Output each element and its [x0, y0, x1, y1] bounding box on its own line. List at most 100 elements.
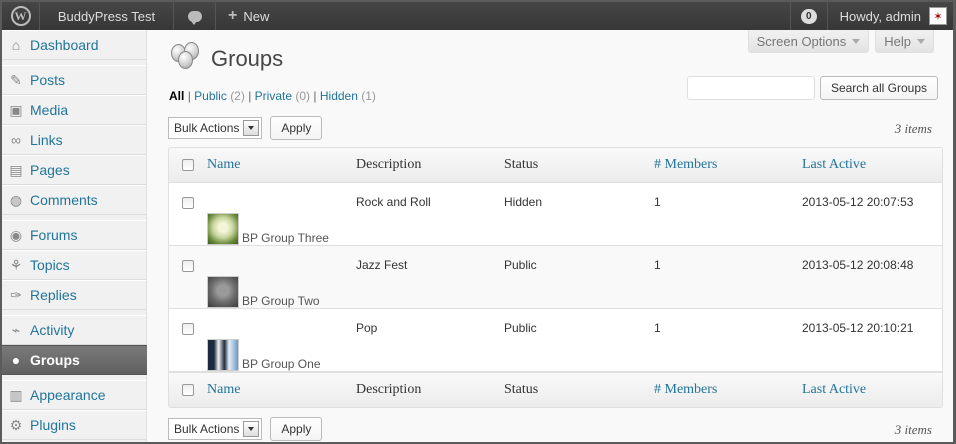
chevron-down-icon	[243, 120, 260, 136]
row-checkbox[interactable]	[182, 197, 194, 209]
forums-icon: ◉	[9, 226, 23, 243]
group-name-cell: BP Group Two	[207, 246, 356, 308]
group-status: Public	[504, 258, 537, 272]
sidebar-item-topics[interactable]: ⚘ Topics	[2, 250, 146, 280]
groups-icon: ●	[11, 352, 21, 368]
link-icon: ∞	[11, 132, 21, 148]
sidebar-item-media[interactable]: ▣ Media	[2, 95, 146, 125]
column-header-last-active[interactable]: Last Active	[802, 157, 942, 173]
column-header-description: Description	[356, 157, 422, 172]
comments-link[interactable]	[174, 2, 216, 30]
tablenav-top: Bulk Actions Apply	[168, 116, 323, 140]
screen-options-label: Screen Options	[756, 33, 847, 49]
screen-options-button[interactable]: Screen Options	[747, 30, 870, 53]
my-account-menu[interactable]: Howdy, admin ✶	[828, 2, 953, 30]
filter-all[interactable]: All	[169, 89, 184, 103]
activity-icon: ⌁	[11, 321, 21, 338]
sidebar-item-label: Dashboard	[30, 37, 99, 53]
bulk-actions-value: Bulk Actions	[174, 422, 240, 436]
groups-balloons-icon	[169, 42, 203, 76]
sidebar-item-label: Media	[30, 102, 69, 118]
filter-separator: |	[313, 89, 317, 103]
filter-private-count: (0)	[295, 89, 311, 103]
search-input[interactable]	[686, 76, 815, 100]
sidebar-item-dashboard[interactable]: ⌂ Dashboard	[2, 30, 146, 60]
filter-private[interactable]: Private	[255, 89, 292, 103]
select-all-checkbox-footer[interactable]	[182, 384, 194, 396]
sidebar-item-label: Appearance	[30, 387, 106, 403]
sidebar-item-forums[interactable]: ◉ Forums	[2, 220, 146, 250]
group-status-filters: All | Public (2) | Private (0) | Hidden …	[169, 89, 376, 103]
select-all-checkbox[interactable]	[182, 159, 194, 171]
sidebar-item-label: Activity	[30, 322, 75, 338]
wordpress-logo-icon: W	[10, 6, 31, 26]
apply-button-bottom[interactable]: Apply	[270, 417, 323, 441]
media-icon: ▣	[9, 101, 23, 118]
group-last-active: 2013-05-12 20:08:48	[802, 258, 914, 272]
sidebar-item-links[interactable]: ∞ Links	[2, 125, 146, 155]
filter-hidden[interactable]: Hidden	[320, 89, 358, 103]
wordpress-menu[interactable]: W	[2, 2, 40, 30]
items-count-bottom: 3 items	[894, 422, 932, 437]
group-description: Pop	[356, 321, 378, 335]
sidebar-item-plugins[interactable]: ⚙ Plugins	[2, 410, 146, 440]
notifications-menu[interactable]: 0	[790, 2, 828, 30]
admin-sidebar: ⌂ Dashboard ✎ Posts ▣ Media ∞ Links ▤ Pa…	[2, 30, 164, 442]
bulk-actions-select-bottom[interactable]: Bulk Actions	[168, 418, 263, 440]
site-name-link[interactable]: BuddyPress Test	[40, 2, 174, 30]
group-name-link[interactable]: BP Group Two	[242, 294, 320, 308]
comment-bubble-icon	[187, 10, 202, 25]
sidebar-item-appearance[interactable]: ▥ Appearance	[2, 380, 146, 410]
chevron-down-icon	[243, 421, 260, 437]
column-footer-members[interactable]: # Members	[654, 382, 802, 398]
help-label: Help	[884, 33, 911, 49]
page-title: Groups	[211, 46, 284, 71]
group-members: 1	[654, 258, 661, 272]
column-footer-last-active[interactable]: Last Active	[802, 382, 942, 398]
new-content-menu[interactable]: + New	[216, 2, 281, 30]
column-header-name[interactable]: Name	[207, 157, 356, 173]
group-avatar[interactable]	[207, 213, 239, 245]
help-button[interactable]: Help	[875, 30, 934, 53]
column-header-members[interactable]: # Members	[654, 157, 802, 173]
sidebar-item-groups[interactable]: ● Groups	[2, 345, 164, 376]
search-box: Search all Groups	[686, 76, 938, 100]
apply-button[interactable]: Apply	[270, 116, 323, 140]
row-checkbox[interactable]	[182, 323, 194, 335]
column-footer-name[interactable]: Name	[207, 382, 356, 398]
sidebar-item-comments[interactable]: ◍ Comments	[2, 185, 146, 215]
group-name-link[interactable]: BP Group Three	[242, 231, 329, 245]
chevron-down-icon	[917, 38, 925, 44]
filter-hidden-count: (1)	[361, 89, 376, 103]
page-header: Groups	[169, 42, 283, 76]
group-avatar[interactable]	[207, 339, 239, 371]
filter-separator: |	[187, 89, 191, 103]
column-footer-status: Status	[504, 382, 539, 397]
filter-public[interactable]: Public	[194, 89, 227, 103]
sidebar-item-activity[interactable]: ⌁ Activity	[2, 315, 146, 345]
table-header: Name Description Status # Members Last A…	[169, 148, 942, 183]
group-description: Rock and Roll	[356, 195, 431, 209]
bulk-actions-value: Bulk Actions	[174, 121, 240, 135]
main-content: Screen Options Help Groups All | Public …	[147, 30, 953, 442]
filter-separator: |	[248, 89, 252, 103]
tablenav-bottom: Bulk Actions Apply	[168, 417, 323, 441]
group-name-link[interactable]: BP Group One	[242, 357, 321, 371]
sidebar-item-pages[interactable]: ▤ Pages	[2, 155, 146, 185]
sidebar-item-replies[interactable]: ✑ Replies	[2, 280, 146, 310]
search-all-groups-button[interactable]: Search all Groups	[819, 76, 938, 100]
column-footer-description: Description	[356, 382, 422, 397]
sidebar-item-label: Posts	[30, 72, 66, 88]
group-name-cell: BP Group One	[207, 309, 356, 371]
table-footer: Name Description Status # Members Last A…	[169, 372, 942, 407]
bulk-actions-select[interactable]: Bulk Actions	[168, 117, 263, 139]
group-members: 1	[654, 321, 661, 335]
group-avatar[interactable]	[207, 276, 239, 308]
sidebar-item-posts[interactable]: ✎ Posts	[2, 65, 146, 95]
group-name-cell: BP Group Three	[207, 183, 356, 245]
howdy-text: Howdy, admin	[839, 8, 921, 24]
filter-public-count: (2)	[230, 89, 245, 103]
sidebar-item-label: Groups	[30, 352, 80, 368]
table-row: BP Group Three Rock and Roll Hidden 1 20…	[169, 183, 942, 246]
row-checkbox[interactable]	[182, 260, 194, 272]
